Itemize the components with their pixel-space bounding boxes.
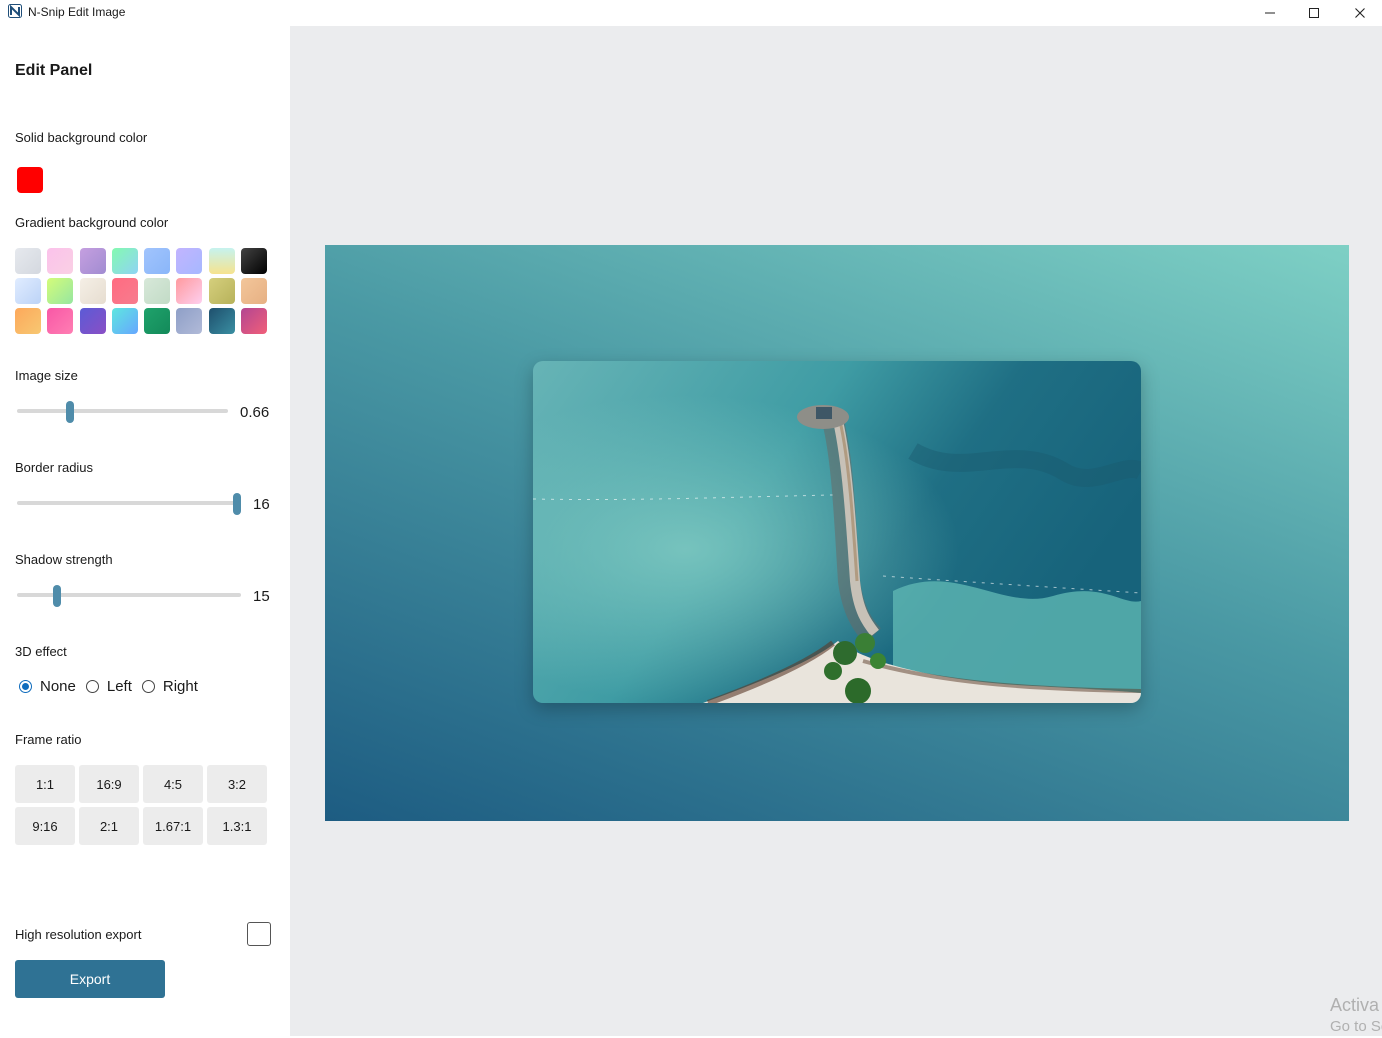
- slider-track: [17, 501, 237, 505]
- gradient-swatch-4[interactable]: [111, 248, 138, 274]
- radio-none[interactable]: [19, 680, 32, 693]
- activation-watermark: Activa Go to Se: [1330, 994, 1382, 1038]
- gradient-swatch-12[interactable]: [111, 278, 138, 304]
- panel-title: Edit Panel: [15, 62, 93, 79]
- gradient-swatch-14[interactable]: [176, 278, 203, 304]
- aerial-pier-photo: [533, 361, 1141, 703]
- slider-thumb[interactable]: [233, 493, 241, 515]
- close-button[interactable]: [1337, 0, 1382, 26]
- effect-3d-radio-group: None Left Right: [19, 678, 208, 695]
- slider-track: [17, 593, 241, 597]
- canvas-area: Activa Go to Se: [290, 26, 1382, 1036]
- gradient-swatch-17[interactable]: [15, 308, 41, 334]
- gradient-swatch-18[interactable]: [47, 308, 74, 334]
- gradient-swatch-7[interactable]: [208, 248, 235, 274]
- ratio-button-1-3-1[interactable]: 1.3:1: [207, 807, 267, 845]
- image-size-value: 0.66: [240, 404, 270, 421]
- gradient-bg-label: Gradient background color: [15, 215, 169, 230]
- maximize-icon: [1309, 8, 1319, 18]
- close-icon: [1355, 8, 1365, 18]
- radio-right[interactable]: [141, 680, 155, 693]
- export-button[interactable]: Export: [15, 960, 165, 998]
- gradient-swatch-19[interactable]: [79, 308, 106, 334]
- ratio-button-4-5[interactable]: 4:5: [143, 765, 203, 803]
- solid-bg-label: Solid background color: [15, 130, 148, 145]
- gradient-swatch-22[interactable]: [176, 308, 203, 334]
- window-title: N-Snip Edit Image: [28, 5, 126, 19]
- border-radius-slider[interactable]: [17, 493, 241, 515]
- shadow-strength-value: 15: [253, 588, 270, 605]
- ratio-button-2-1[interactable]: 2:1: [79, 807, 139, 845]
- title-bar: N-Snip Edit Image: [0, 0, 1382, 26]
- gradient-swatch-24[interactable]: [241, 308, 268, 334]
- hires-export-label: High resolution export: [15, 927, 142, 942]
- minimize-icon: [1265, 12, 1275, 14]
- effect-3d-label: 3D effect: [15, 644, 67, 659]
- slider-thumb[interactable]: [53, 585, 62, 607]
- gradient-swatch-15[interactable]: [208, 278, 235, 304]
- gradient-swatch-grid: [15, 248, 268, 334]
- ratio-button-1-1[interactable]: 1:1: [15, 765, 75, 803]
- n-snip-logo-icon: [8, 4, 22, 18]
- slider-thumb[interactable]: [65, 401, 74, 423]
- gradient-swatch-6[interactable]: [176, 248, 203, 274]
- shadow-strength-slider[interactable]: [17, 585, 241, 607]
- watermark-line-2: Go to Se: [1330, 1018, 1382, 1035]
- ratio-button-1-67-1[interactable]: 1.67:1: [143, 807, 203, 845]
- shadow-strength-label: Shadow strength: [15, 552, 113, 567]
- gradient-swatch-5[interactable]: [144, 248, 171, 274]
- radio-left[interactable]: [85, 680, 99, 693]
- edit-panel: Edit Panel Solid background color Gradie…: [0, 26, 290, 1036]
- gradient-swatch-3[interactable]: [79, 248, 106, 274]
- solid-color-swatch[interactable]: [17, 167, 43, 193]
- gradient-swatch-10[interactable]: [47, 278, 74, 304]
- frame-ratio-grid: 1:1 16:9 4:5 3:2 9:16 2:1 1.67:1 1.3:1: [15, 765, 267, 845]
- slider-track: [17, 409, 228, 413]
- gradient-swatch-21[interactable]: [144, 308, 171, 334]
- radio-none-label[interactable]: None: [40, 678, 76, 695]
- gradient-swatch-9[interactable]: [15, 278, 41, 304]
- border-radius-label: Border radius: [15, 460, 94, 475]
- hires-export-checkbox[interactable]: [247, 922, 271, 946]
- background-frame: [325, 245, 1349, 821]
- border-radius-value: 16: [253, 496, 270, 513]
- gradient-swatch-13[interactable]: [144, 278, 171, 304]
- gradient-swatch-20[interactable]: [111, 308, 138, 334]
- gradient-swatch-23[interactable]: [208, 308, 235, 334]
- frame-ratio-label: Frame ratio: [15, 732, 82, 747]
- ratio-button-3-2[interactable]: 3:2: [207, 765, 267, 803]
- radio-left-label[interactable]: Left: [107, 678, 132, 695]
- image-size-label: Image size: [15, 368, 78, 383]
- radio-right-label[interactable]: Right: [163, 678, 198, 695]
- ratio-button-16-9[interactable]: 16:9: [79, 765, 139, 803]
- ratio-button-9-16[interactable]: 9:16: [15, 807, 75, 845]
- gradient-swatch-1[interactable]: [15, 248, 41, 274]
- gradient-swatch-11[interactable]: [79, 278, 106, 304]
- gradient-swatch-16[interactable]: [241, 278, 268, 304]
- photo-illustration: [533, 361, 1141, 703]
- maximize-button[interactable]: [1291, 0, 1337, 26]
- minimize-button[interactable]: [1247, 0, 1293, 26]
- watermark-line-1: Activa: [1330, 995, 1380, 1015]
- gradient-swatch-8[interactable]: [241, 248, 268, 274]
- image-size-slider[interactable]: [17, 401, 228, 423]
- gradient-swatch-2[interactable]: [47, 248, 74, 274]
